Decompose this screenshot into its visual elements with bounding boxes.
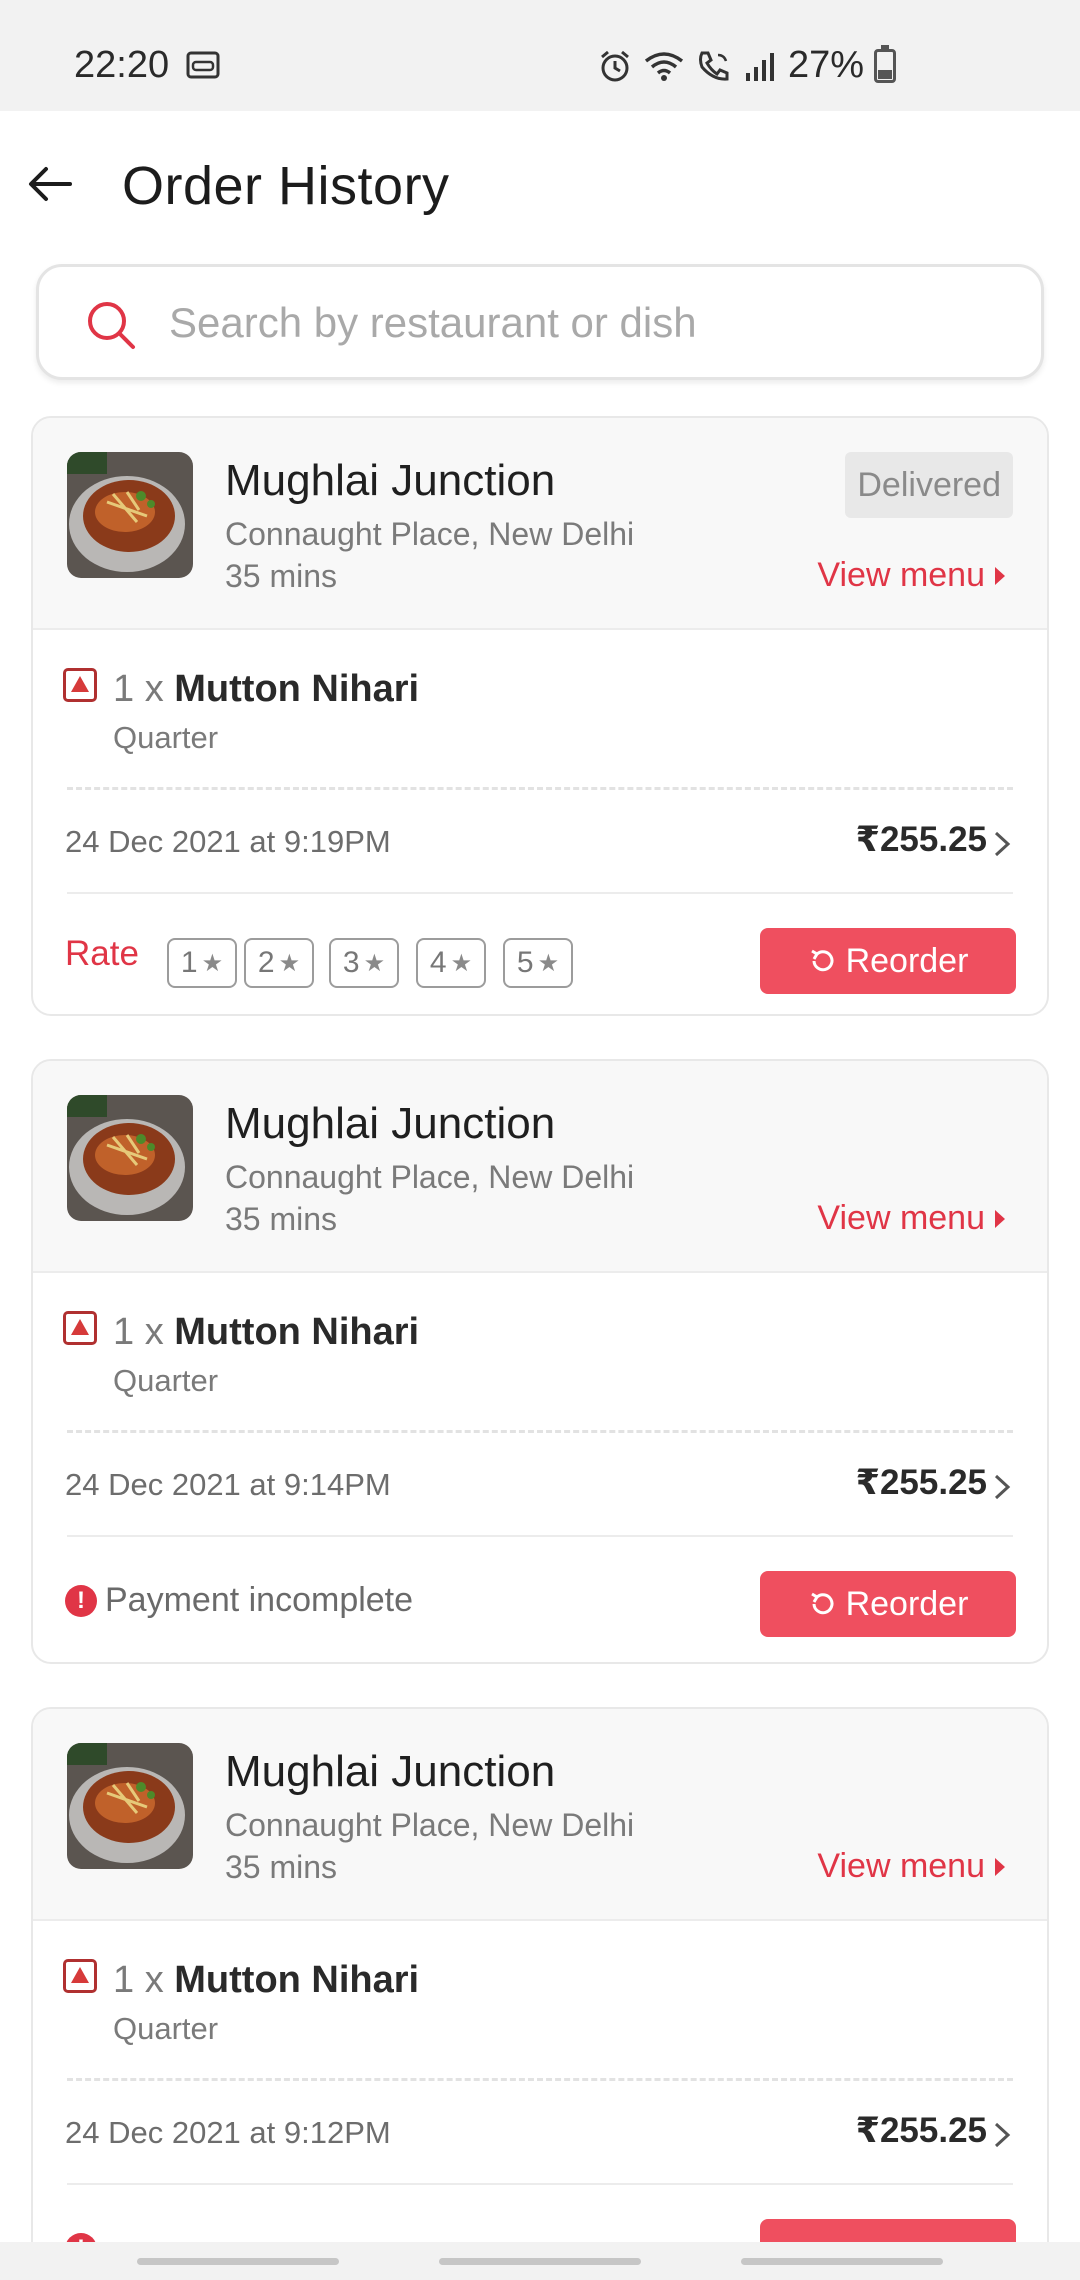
order-card-body: 1 x Mutton Nihari Quarter 24 Dec 2021 at… <box>33 630 1047 1014</box>
status-icons: 27% <box>598 44 896 87</box>
caret-right-icon <box>995 1209 1005 1228</box>
reorder-button[interactable]: Reorder <box>760 928 1016 994</box>
star-icon: ★ <box>363 949 386 977</box>
chevron-right-icon <box>994 831 1011 857</box>
view-menu-label: View menu <box>817 556 985 594</box>
wifi-icon <box>644 51 684 81</box>
restaurant-name[interactable]: Mughlai Junction <box>225 456 555 506</box>
order-summary-row[interactable]: 24 Dec 2021 at 9:12PM ₹255.25 <box>65 2081 1013 2185</box>
restaurant-thumbnail <box>67 1095 193 1221</box>
reorder-button[interactable]: Reorder <box>760 1571 1016 1637</box>
page-title: Order History <box>122 156 450 216</box>
reorder-icon <box>810 1592 833 1615</box>
order-price: ₹255.25 <box>855 2111 987 2150</box>
chevron-right-icon <box>994 1474 1011 1500</box>
rating-chip-5[interactable]: 5 ★ <box>503 938 573 988</box>
nav-recents-handle[interactable] <box>137 2258 339 2265</box>
order-actions: Rate 1 ★ 2 ★ 3 ★ 4 ★ 5 ★ Reorder <box>33 894 1047 1014</box>
battery-percent: 27% <box>787 44 864 86</box>
restaurant-location: Connaught Place, New Delhi <box>225 1807 635 1843</box>
order-date: 24 Dec 2021 at 9:19PM <box>65 824 391 859</box>
star-icon: ★ <box>537 949 560 977</box>
caret-right-icon <box>995 566 1005 585</box>
view-menu-link[interactable]: View menu <box>817 1847 1005 1886</box>
back-arrow-icon[interactable] <box>24 156 80 212</box>
order-card-header: Mughlai Junction Connaught Place, New De… <box>33 418 1047 630</box>
nav-home-handle[interactable] <box>439 2258 641 2265</box>
order-price: ₹255.25 <box>855 1463 987 1502</box>
rating-chip-3[interactable]: 3 ★ <box>329 938 399 988</box>
view-menu-link[interactable]: View menu <box>817 1199 1005 1238</box>
restaurant-name[interactable]: Mughlai Junction <box>225 1747 555 1797</box>
view-menu-link[interactable]: View menu <box>817 556 1005 595</box>
item-quantity: 1 x <box>113 668 164 710</box>
order-item: 1 x Mutton Nihari Quarter <box>33 1273 1047 1433</box>
call-icon <box>698 51 729 81</box>
payment-status: Payment incomplete <box>105 1581 414 1619</box>
reorder-label: Reorder <box>845 1584 969 1623</box>
order-summary-row[interactable]: 24 Dec 2021 at 9:19PM ₹255.25 <box>65 790 1013 894</box>
caret-right-icon <box>995 1857 1005 1876</box>
view-menu-label: View menu <box>817 1199 985 1237</box>
search-icon <box>88 302 135 349</box>
order-price: ₹255.25 <box>855 820 987 859</box>
order-card[interactable]: Mughlai Junction Connaught Place, New De… <box>31 1707 1049 2280</box>
restaurant-name[interactable]: Mughlai Junction <box>225 1099 555 1149</box>
reorder-icon <box>810 949 833 972</box>
item-name: Mutton Nihari <box>174 1311 420 1353</box>
order-card[interactable]: Mughlai Junction Connaught Place, New De… <box>31 1059 1049 1664</box>
nav-back-handle[interactable] <box>741 2258 943 2265</box>
order-date: 24 Dec 2021 at 9:12PM <box>65 2115 391 2150</box>
rating-chip-4[interactable]: 4 ★ <box>416 938 486 988</box>
non-veg-icon <box>63 1311 97 1345</box>
vr-icon <box>186 51 220 79</box>
system-nav-bar <box>0 2242 1080 2280</box>
order-date: 24 Dec 2021 at 9:14PM <box>65 1467 391 1502</box>
star-icon: ★ <box>278 949 301 977</box>
order-card-body: 1 x Mutton Nihari Quarter 24 Dec 2021 at… <box>33 1273 1047 1661</box>
delivery-time: 35 mins <box>225 558 338 594</box>
non-veg-icon <box>63 668 97 702</box>
order-actions: ! Payment incomplete Reorder <box>33 1537 1047 1661</box>
order-card-header: Mughlai Junction Connaught Place, New De… <box>33 1061 1047 1273</box>
status-time: 22:20 <box>74 44 170 86</box>
star-icon: ★ <box>450 949 473 977</box>
view-menu-label: View menu <box>817 1847 985 1885</box>
non-veg-icon <box>63 1959 97 1993</box>
rating-chip-1[interactable]: 1 ★ <box>167 938 237 988</box>
restaurant-location: Connaught Place, New Delhi <box>225 1159 635 1195</box>
alert-icon: ! <box>65 1585 97 1617</box>
star-icon: ★ <box>201 949 224 977</box>
item-name: Mutton Nihari <box>174 668 420 710</box>
order-card-body: 1 x Mutton Nihari Quarter 24 Dec 2021 at… <box>33 1921 1047 2280</box>
search-input[interactable] <box>169 293 1009 353</box>
item-variant: Quarter <box>113 1363 219 1398</box>
delivery-time: 35 mins <box>225 1849 338 1885</box>
item-variant: Quarter <box>113 2011 219 2046</box>
app-header: Order History <box>0 111 1080 261</box>
chevron-right-icon <box>994 2122 1011 2148</box>
item-name: Mutton Nihari <box>174 1959 420 2001</box>
item-variant: Quarter <box>113 720 219 755</box>
search-bar[interactable] <box>36 264 1044 380</box>
status-bar: 22:20 27% <box>0 0 1080 111</box>
order-card[interactable]: Mughlai Junction Connaught Place, New De… <box>31 416 1049 1016</box>
order-item: 1 x Mutton Nihari Quarter <box>33 1921 1047 2081</box>
order-item: 1 x Mutton Nihari Quarter <box>33 630 1047 790</box>
alarm-icon <box>600 50 629 81</box>
restaurant-location: Connaught Place, New Delhi <box>225 516 635 552</box>
status-badge: Delivered <box>845 452 1013 518</box>
order-summary-row[interactable]: 24 Dec 2021 at 9:14PM ₹255.25 <box>65 1433 1013 1537</box>
order-card-header: Mughlai Junction Connaught Place, New De… <box>33 1709 1047 1921</box>
delivery-time: 35 mins <box>225 1201 338 1237</box>
rate-label: Rate <box>65 934 139 973</box>
restaurant-thumbnail <box>67 452 193 578</box>
battery-icon <box>874 44 896 83</box>
restaurant-thumbnail <box>67 1743 193 1869</box>
reorder-label: Reorder <box>845 941 969 980</box>
rating-chip-2[interactable]: 2 ★ <box>244 938 314 988</box>
signal-icon <box>745 52 774 81</box>
item-quantity: 1 x <box>113 1311 164 1353</box>
item-quantity: 1 x <box>113 1959 164 2001</box>
